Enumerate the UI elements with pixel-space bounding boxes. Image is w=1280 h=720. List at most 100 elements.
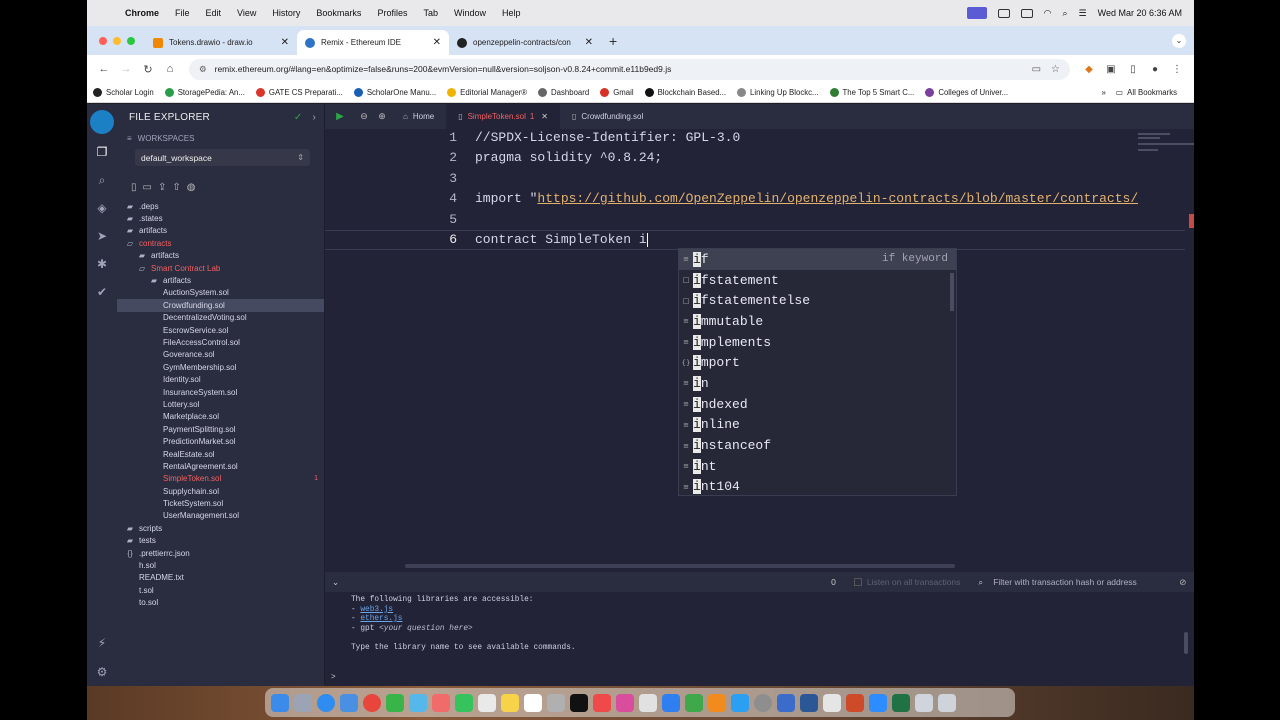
calendar-icon[interactable] xyxy=(524,693,542,712)
launchpad-icon[interactable] xyxy=(294,693,312,712)
tx-filter-input[interactable]: Filter with transaction hash or address xyxy=(993,577,1173,587)
tree-file[interactable]: {} .prettierrc.json xyxy=(117,547,324,559)
control-center-icon[interactable]: ☰ xyxy=(1079,8,1087,19)
bookmark-item[interactable]: Blockchain Based... xyxy=(644,88,726,97)
tree-file[interactable]: Marketplace.sol xyxy=(117,411,324,423)
tab-simpletoken[interactable]: ▯ SimpleToken.sol 1 ✕ xyxy=(446,104,560,129)
bookmark-item[interactable]: ScholarOne Manu... xyxy=(353,88,436,97)
menu-chrome[interactable]: Chrome xyxy=(125,8,159,18)
terminal-prompt[interactable]: > xyxy=(331,674,336,682)
menu-history[interactable]: History xyxy=(272,8,300,18)
keynote-icon[interactable] xyxy=(731,693,749,712)
pages-icon[interactable] xyxy=(708,693,726,712)
finder-icon[interactable] xyxy=(271,693,289,712)
chrome-icon[interactable] xyxy=(363,693,381,712)
tree-file[interactable]: README.txt xyxy=(117,572,324,584)
photos-icon[interactable] xyxy=(432,693,450,712)
tree-file[interactable]: RealEstate.sol xyxy=(117,448,324,460)
facetime-icon[interactable] xyxy=(455,693,473,712)
close-tab-icon[interactable]: ✕ xyxy=(541,112,548,121)
tree-file[interactable]: h.sol xyxy=(117,559,324,571)
suggestion-item[interactable]: ≡ i n xyxy=(679,373,956,394)
workspace-select[interactable]: default_workspace ⇕ xyxy=(135,149,310,166)
bookmark-item[interactable]: Linking Up Blockc... xyxy=(737,88,819,97)
vscode-icon[interactable] xyxy=(777,693,795,712)
forward-icon[interactable]: → xyxy=(115,63,137,75)
new-folder-icon[interactable]: ▭ xyxy=(143,182,152,199)
bookmark-item[interactable]: GATE CS Preparati... xyxy=(255,88,343,97)
tree-file[interactable]: EscrowService.sol xyxy=(117,324,324,336)
tree-file[interactable]: InsuranceSystem.sol xyxy=(117,386,324,398)
tab-crowdfunding[interactable]: ▯ Crowdfunding.sol xyxy=(560,104,655,129)
browser-tab-github[interactable]: openzeppelin-contracts/con ✕ xyxy=(449,30,601,55)
listen-checkbox[interactable] xyxy=(853,578,862,586)
close-tab-icon[interactable]: ✕ xyxy=(433,37,441,48)
search-icon[interactable]: ⌕ xyxy=(1063,8,1068,19)
menu-help[interactable]: Help xyxy=(502,8,521,18)
import-path[interactable]: https://github.com/OpenZeppelin/openzepp… xyxy=(537,191,1138,206)
podcasts-icon[interactable] xyxy=(616,693,634,712)
safari-icon[interactable] xyxy=(317,693,335,712)
excel-icon[interactable] xyxy=(892,693,910,712)
address-bar[interactable]: ⚙ remix.ethereum.org/#lang=en&optimize=f… xyxy=(189,58,1070,80)
tree-folder[interactable]: ▰ artifacts xyxy=(117,274,324,286)
unit-testing-icon[interactable]: ✔ xyxy=(87,278,117,306)
zoom-in-icon[interactable]: ⊕ xyxy=(373,111,391,122)
tree-folder[interactable]: ▰ artifacts xyxy=(117,225,324,237)
datetime[interactable]: Wed Mar 20 6:36 AM xyxy=(1098,8,1182,18)
tree-file[interactable]: UserManagement.sol xyxy=(117,510,324,522)
tree-folder[interactable]: ▰ .deps xyxy=(117,200,324,212)
appletv-icon[interactable] xyxy=(570,693,588,712)
clear-console-icon[interactable]: ⊘ xyxy=(1179,577,1186,588)
tree-folder[interactable]: ▰ scripts xyxy=(117,522,324,534)
bookmark-item[interactable]: Dashboard xyxy=(538,88,589,97)
tree-file[interactable]: Goverance.sol xyxy=(117,349,324,361)
suggestion-item[interactable]: □ i fstatementelse xyxy=(679,290,956,311)
bookmark-item[interactable]: The Top 5 Smart C... xyxy=(829,88,914,97)
tree-file[interactable]: GymMembership.sol xyxy=(117,361,324,373)
reminders-icon[interactable] xyxy=(478,693,496,712)
home-icon[interactable]: ⌂ xyxy=(159,63,181,75)
tree-file[interactable]: Lottery.sol xyxy=(117,398,324,410)
minimap[interactable] xyxy=(1132,129,1194,559)
menu-edit[interactable]: Edit xyxy=(206,8,222,18)
suggestion-item[interactable]: ≡ i nstanceof xyxy=(679,435,956,456)
site-info-icon[interactable]: ⚙ xyxy=(199,64,207,75)
bookmark-item[interactable]: StoragePedia: An... xyxy=(164,88,245,97)
zoom-out-icon[interactable]: ⊖ xyxy=(355,111,373,122)
github-icon[interactable]: ◍ xyxy=(187,182,196,199)
extensions-icon[interactable]: ▣ xyxy=(1100,64,1122,75)
suggestion-item[interactable]: ≡ i mmutable xyxy=(679,311,956,332)
sidepanel-icon[interactable]: ▯ xyxy=(1122,64,1144,75)
web3-link[interactable]: web3.js xyxy=(360,606,393,614)
minimize-window-icon[interactable] xyxy=(113,37,121,45)
profile-avatar-icon[interactable]: ● xyxy=(1144,64,1166,75)
terminal-scrollbar[interactable] xyxy=(1184,632,1188,654)
remix-logo-icon[interactable] xyxy=(90,110,114,134)
bookmark-item[interactable]: Editorial Manager® xyxy=(447,88,527,97)
tree-folder[interactable]: ▰ artifacts xyxy=(117,250,324,262)
upload-icon[interactable]: ⇪ xyxy=(158,182,166,199)
tree-file[interactable]: Supplychain.sol xyxy=(117,485,324,497)
bookmarks-overflow-icon[interactable]: » xyxy=(1101,88,1105,97)
tree-folder[interactable]: ▱ Smart Contract Lab xyxy=(117,262,324,274)
tree-file[interactable]: RentalAgreement.sol xyxy=(117,460,324,472)
tree-file[interactable]: t.sol xyxy=(117,584,324,596)
chevron-right-icon[interactable]: › xyxy=(312,112,316,123)
suggestion-item[interactable]: ≡ i ndexed xyxy=(679,394,956,415)
browser-tab-remix[interactable]: Remix - Ethereum IDE ✕ xyxy=(297,30,449,55)
menu-profiles[interactable]: Profiles xyxy=(377,8,407,18)
suggestion-item[interactable]: ≡ i mplements xyxy=(679,332,956,353)
tree-file[interactable]: DecentralizedVoting.sol xyxy=(117,312,324,324)
chevron-down-icon[interactable]: ⌄ xyxy=(332,577,339,588)
contacts-icon[interactable] xyxy=(547,693,565,712)
file-explorer-icon[interactable]: ❐ xyxy=(87,138,117,166)
upload-folder-icon[interactable]: ⇧ xyxy=(172,182,180,199)
new-file-icon[interactable]: ▯ xyxy=(131,182,137,199)
tree-file[interactable]: PredictionMarket.sol xyxy=(117,435,324,447)
tree-file[interactable]: Identity.sol xyxy=(117,373,324,385)
tree-file[interactable]: PaymentSplitting.sol xyxy=(117,423,324,435)
menu-icon[interactable]: ≡ xyxy=(127,134,132,143)
battery-icon[interactable] xyxy=(1020,8,1033,18)
bookmark-item[interactable]: Gmail xyxy=(600,88,634,97)
